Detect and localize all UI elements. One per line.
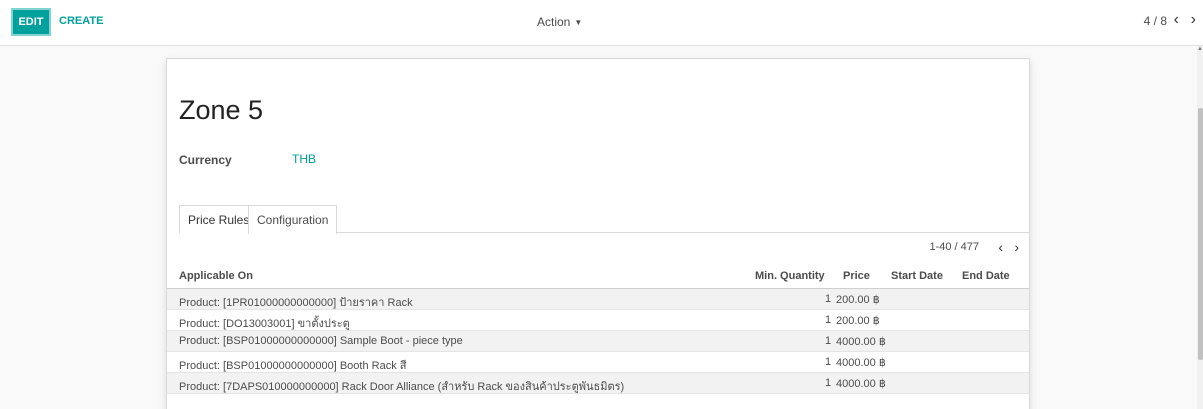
- cell-price: 4000.00 ฿: [836, 378, 886, 390]
- control-panel: EDIT CREATE Action ▼ 4 / 8 ‹ ›: [0, 0, 1203, 46]
- create-button[interactable]: CREATE: [59, 15, 103, 27]
- table-row[interactable]: Product: [BSP01000000000000] Booth Rack …: [167, 352, 1029, 373]
- cell-price: 4000.00 ฿: [836, 336, 886, 348]
- action-dropdown[interactable]: Action ▼: [537, 15, 582, 29]
- cell-price: 200.00 ฿: [836, 315, 880, 327]
- notebook-tabs: Price Rules Configuration: [179, 205, 1029, 234]
- chevron-right-icon[interactable]: ›: [1014, 239, 1019, 255]
- tab-configuration[interactable]: Configuration: [248, 205, 338, 234]
- cell-applicable-on: Product: [7DAPS010000000000] Rack Door A…: [179, 381, 625, 393]
- table-row[interactable]: Product: [7DAPS010000000000] Rack Door A…: [167, 373, 1029, 394]
- list-pager: 1-40 / 477: [929, 241, 979, 253]
- scrollbar-thumb[interactable]: [1198, 108, 1203, 360]
- table-header: Applicable On Min. Quantity Price Start …: [167, 264, 1029, 289]
- chevron-left-icon[interactable]: ‹: [1174, 11, 1179, 29]
- cell-min-quantity: 1: [825, 293, 832, 305]
- cell-min-quantity: 1: [825, 356, 832, 368]
- cell-applicable-on: Product: [1PR01000000000000] ป้ายราคา Ra…: [179, 297, 413, 309]
- cell-min-quantity: 1: [825, 335, 832, 347]
- scroll-up-arrow-icon[interactable]: ▲: [1197, 46, 1203, 56]
- header-min-quantity[interactable]: Min. Quantity: [755, 270, 825, 282]
- header-end-date[interactable]: End Date: [962, 270, 1010, 282]
- page-title: Zone 5: [179, 95, 264, 125]
- table-row[interactable]: Product: [BSP01000000000000] Sample Boot…: [167, 331, 1029, 352]
- cell-min-quantity: 1: [825, 377, 832, 389]
- chevron-right-icon[interactable]: ›: [1191, 11, 1196, 29]
- chevron-left-icon[interactable]: ‹: [998, 239, 1003, 255]
- currency-label: Currency: [179, 153, 232, 167]
- cell-applicable-on: Product: [BSP01000000000000] Sample Boot…: [179, 335, 463, 347]
- cell-applicable-on: Product: [DO13003001] ขาตั้งประตู: [179, 318, 350, 330]
- record-pager: 4 / 8: [1143, 14, 1167, 28]
- currency-link[interactable]: THB: [292, 152, 316, 166]
- cell-price: 4000.00 ฿: [836, 357, 886, 369]
- scrollbar[interactable]: [1197, 46, 1203, 409]
- tab-price-rules[interactable]: Price Rules: [179, 205, 259, 234]
- table-row[interactable]: Product: [DO13003001] ขาตั้งประตู 1 200.…: [167, 310, 1029, 331]
- caret-down-icon: ▼: [574, 18, 583, 28]
- header-applicable-on[interactable]: Applicable On: [179, 270, 253, 282]
- action-label: Action: [537, 15, 571, 29]
- header-price[interactable]: Price: [843, 270, 870, 282]
- form-sheet: Zone 5 Currency THB Price Rules Configur…: [166, 58, 1030, 409]
- cell-min-quantity: 1: [825, 314, 832, 326]
- header-start-date[interactable]: Start Date: [891, 270, 943, 282]
- table-row[interactable]: Product: [1PR01000000000000] ป้ายราคา Ra…: [167, 289, 1029, 310]
- cell-applicable-on: Product: [BSP01000000000000] Booth Rack …: [179, 360, 407, 372]
- edit-button[interactable]: EDIT: [11, 8, 51, 36]
- cell-price: 200.00 ฿: [836, 294, 880, 306]
